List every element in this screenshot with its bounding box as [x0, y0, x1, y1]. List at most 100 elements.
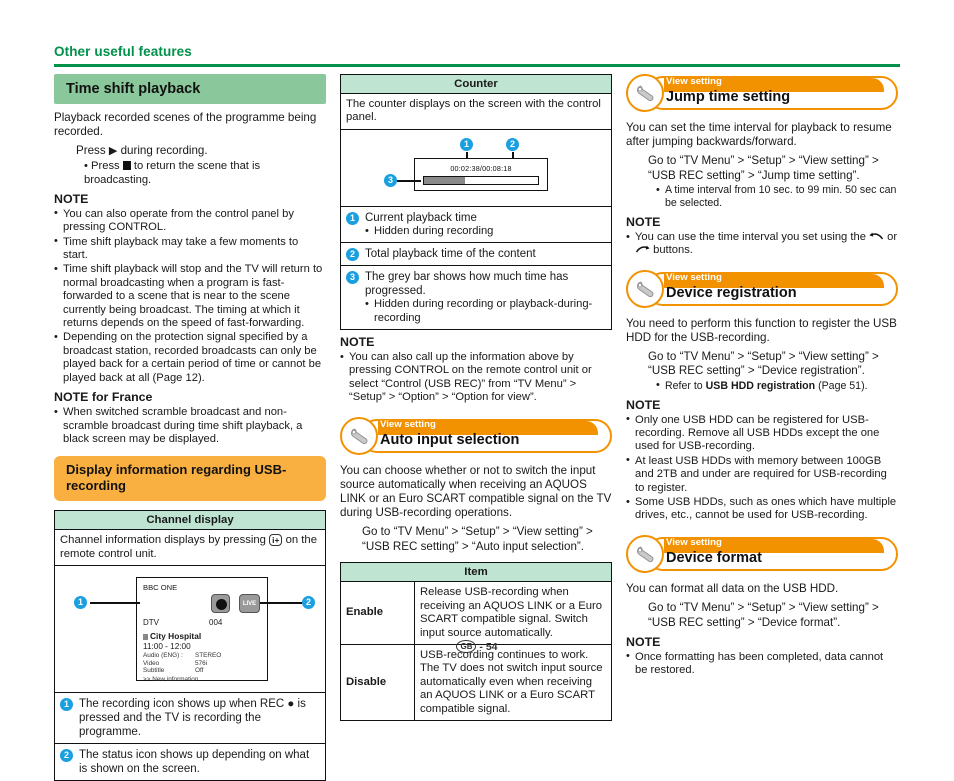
section-heading-display-information: Display information regarding USB-record… [54, 456, 326, 502]
note-item: You can also call up the information abo… [340, 351, 612, 405]
wrench-icon-svg [637, 281, 654, 297]
tv-screen-frame: BBC ONE LIVE DTV 004 City Hospital 11:00… [136, 577, 268, 683]
callout-badge-1: 1 [74, 596, 87, 610]
view-setting-title: Jump time setting [666, 89, 791, 105]
counter-time-text: 00:02:38/00:08:18 [450, 163, 512, 173]
wrench-icon [626, 74, 664, 112]
note-item: Only one USB HDD can be registered for U… [626, 413, 898, 454]
table-row: Disable USB-recording continues to work.… [340, 643, 612, 721]
stop-icon [122, 160, 131, 170]
bullet-pre: Refer to [665, 379, 703, 392]
device-registration-note-list: Only one USB HDD can be registered for U… [626, 413, 898, 523]
table-row: 1 2 00:02:38/00:08:18 3 [340, 128, 612, 207]
jump-time-path-line2: “USB REC setting” > “Jump time setting”. [648, 168, 860, 182]
wrench-icon [626, 269, 664, 308]
note-post: buttons. [653, 244, 693, 257]
table-row: 3 The grey bar shows how much time has p… [340, 265, 612, 331]
manual-page: Other useful features Time shift playbac… [0, 0, 954, 781]
view-setting-kicker: View setting [666, 271, 722, 283]
table-row: 2 The status icon shows up depending on … [54, 743, 326, 781]
counter-mock: 1 2 00:02:38/00:08:18 3 [346, 134, 606, 202]
note-item: Once formatting has been completed, data… [626, 650, 898, 678]
view-setting-device-registration: View setting Device registration [626, 269, 898, 308]
tv-info-value: 576i [195, 659, 208, 667]
jump-back-icon [869, 232, 884, 240]
callout-row: 1 Current playback time Hidden during re… [346, 211, 606, 239]
note-item: Time shift playback will stop and the TV… [54, 263, 326, 330]
tv-info-row: Audio (ENG) : STEREO [143, 652, 265, 660]
callout-badge-1: 1 [460, 137, 473, 151]
view-setting-jump-time-setting: View setting Jump time setting [626, 74, 898, 112]
callout-badge-3: 3 [384, 173, 397, 187]
item-table-header: Item [340, 562, 612, 583]
auto-input-path-line1: Go to “TV Menu” > “Setup” > “View settin… [362, 525, 593, 539]
tv-channel-number: 004 [209, 618, 223, 628]
running-head-title: Other useful features [54, 44, 192, 59]
tv-info-key: Video [143, 659, 160, 667]
counter-intro-cell: The counter displays on the screen with … [340, 93, 612, 130]
note-item: You can also operate from the control pa… [54, 207, 326, 235]
callout-leader-line [260, 602, 304, 605]
callout-leader-line [90, 602, 140, 605]
time-shift-step: Press ▶ during recording. [76, 144, 326, 158]
column-two: Counter The counter displays on the scre… [340, 74, 612, 721]
note-item: Time shift playback may take a few momen… [54, 235, 326, 263]
column-three: View setting Jump time setting You can s… [626, 74, 898, 682]
view-setting-auto-input-selection: View setting Auto input selection [340, 416, 612, 455]
progress-bar-fill [424, 176, 466, 184]
step-press-label: Press [76, 144, 106, 158]
table-row: Counter [340, 74, 612, 94]
auto-input-selection-body: You can choose whether or not to switch … [340, 463, 612, 520]
tv-info-rows: Audio (ENG) : STEREO Video 576i Subtitle [143, 652, 265, 675]
device-format-body: You can format all data on the USB HDD. [626, 581, 839, 595]
device-format-note-list: Once formatting has been completed, data… [626, 650, 898, 678]
substep-bullet: • [84, 159, 88, 172]
wrench-icon-svg [637, 85, 654, 102]
wrench-icon [340, 416, 378, 455]
note-item: Depending on the protection signal speci… [54, 331, 326, 385]
column-layout: Time shift playback Playback recorded sc… [54, 74, 900, 781]
callout-text: Current playback time Hidden during reco… [365, 211, 493, 239]
note-pre: You can use the time interval you set us… [635, 230, 866, 243]
counter-header: Counter [340, 74, 612, 94]
bullet-bold: USB HDD registration [705, 379, 816, 392]
bullet-post: (Page 51). [818, 379, 868, 392]
region-badge: GB [456, 640, 477, 653]
channel-display-figure-cell: BBC ONE LIVE DTV 004 City Hospital 11:00… [54, 565, 326, 694]
callout-main: The grey bar shows how much time has pro… [365, 271, 569, 298]
note-france-label: NOTE for France [54, 390, 153, 405]
callout-main: Current playback time [365, 211, 477, 224]
callout-cell-2: 2 The status icon shows up depending on … [54, 743, 326, 781]
counter-callout-1: 1 Current playback time Hidden during re… [340, 205, 612, 244]
callout-row: 2 The status icon shows up depending on … [60, 748, 320, 776]
item-desc-disable: USB-recording continues to work. The TV … [414, 643, 612, 721]
note-item: Some USB HDDs, such as ones which have m… [626, 496, 898, 523]
table-row: 2 Total playback time of the content [340, 242, 612, 267]
callout-badge-2: 2 [60, 749, 73, 763]
jump-time-path-line1: Go to “TV Menu” > “Setup” > “View settin… [648, 154, 879, 168]
view-setting-kicker: View setting [666, 76, 722, 87]
play-icon: ▶ [108, 145, 118, 158]
device-registration-path-line1: Go to “TV Menu” > “Setup” > “View settin… [648, 350, 879, 364]
info-button-icon: i+ [269, 534, 283, 547]
device-format-path-line1: Go to “TV Menu” > “Setup” > “View settin… [648, 601, 879, 615]
note-mid: or [887, 230, 898, 243]
item-label-disable: Disable [340, 643, 415, 721]
auto-input-path-line2: “USB REC setting” > “Auto input selectio… [362, 539, 584, 553]
jump-time-body: You can set the time interval for playba… [626, 121, 892, 149]
callout-badge-1: 1 [60, 698, 73, 712]
jump-forward-icon [635, 245, 650, 253]
section-heading-time-shift-playback: Time shift playback [54, 74, 326, 104]
tv-info-key: Audio (ENG) : [143, 652, 183, 660]
callout-badge-2: 2 [302, 596, 315, 610]
table-row: Channel information displays by pressing… [54, 529, 326, 567]
callout-row: 3 The grey bar shows how much time has p… [346, 270, 606, 325]
callout-cell-1: 1 The recording icon shows up when REC ●… [54, 692, 326, 745]
tv-info-row: Video 576i [143, 660, 265, 668]
counter-frame: 00:02:38/00:08:18 [414, 157, 548, 191]
view-setting-title: Device format [666, 549, 762, 566]
tv-screen-mock: BBC ONE LIVE DTV 004 City Hospital 11:00… [60, 570, 320, 688]
page-number: - 54 [479, 641, 498, 653]
note-label: NOTE [626, 397, 661, 412]
wrench-icon-svg [637, 546, 654, 562]
